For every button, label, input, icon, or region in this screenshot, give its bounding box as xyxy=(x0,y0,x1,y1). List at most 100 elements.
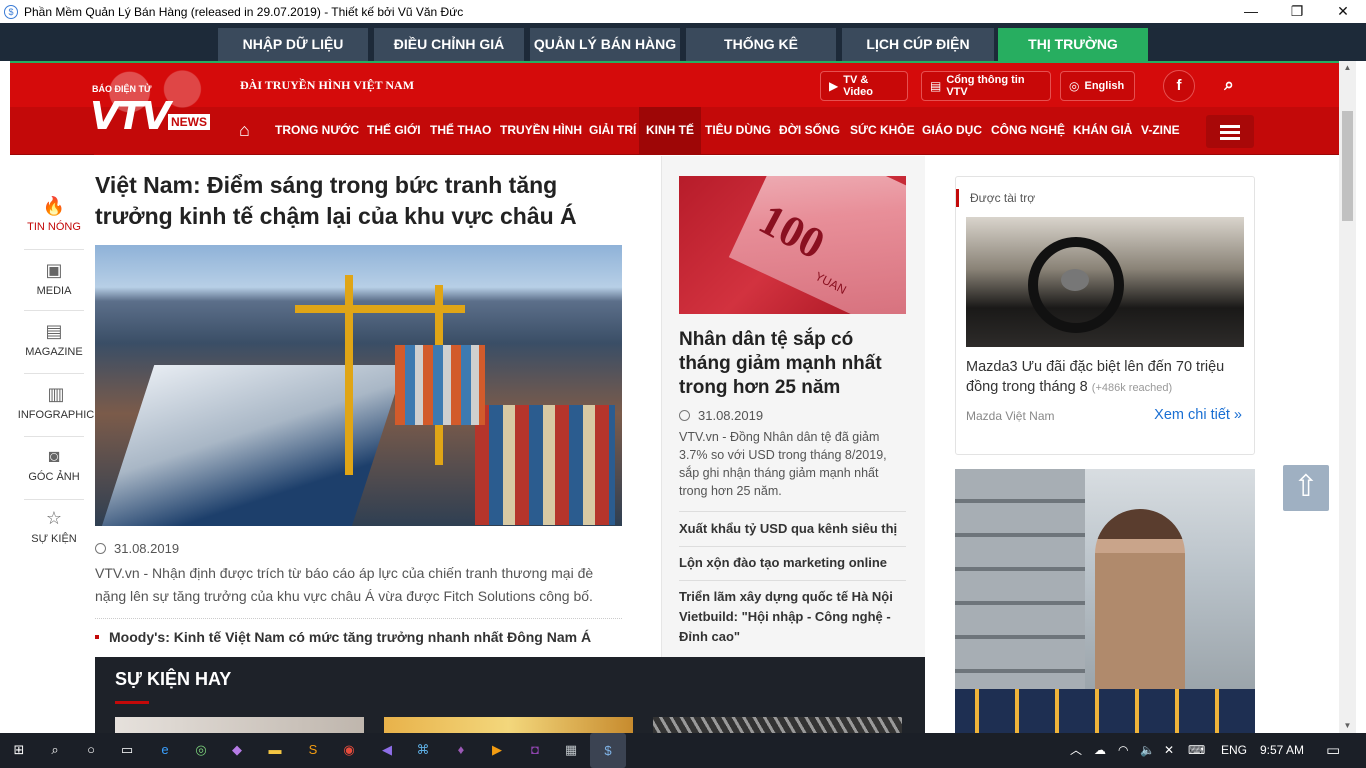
pattern-graphic xyxy=(955,689,1255,733)
minimize-button[interactable]: — xyxy=(1228,0,1274,23)
middle-link[interactable]: Xuất khẩu tỷ USD qua kênh siêu thị xyxy=(679,519,906,539)
middle-article-title[interactable]: Nhân dân tệ sắp có tháng giảm mạnh nhất … xyxy=(679,328,904,400)
network-icon[interactable]: ☁ xyxy=(1094,733,1106,768)
wifi-icon[interactable]: ◠ xyxy=(1118,733,1128,768)
nav-cong-nghe[interactable]: CÔNG NGHỆ xyxy=(991,107,1065,154)
tab-dieu-chinh-gia[interactable]: ĐIỀU CHỈNH GIÁ xyxy=(374,28,524,61)
yuan-banknote-image[interactable]: 100 YUAN xyxy=(679,176,906,314)
logo-underline xyxy=(94,152,150,155)
rail-goc-anh[interactable]: ◙ GÓC ẢNH xyxy=(12,446,96,483)
related-title: Moody's: Kinh tế Việt Nam có mức tăng tr… xyxy=(109,629,592,645)
notification-icon[interactable]: ▭ xyxy=(1326,733,1340,768)
keyboard-icon[interactable]: ⌨ xyxy=(1188,733,1205,768)
app2-icon[interactable]: ⌘ xyxy=(412,739,434,761)
folder-icon[interactable]: ▬ xyxy=(264,739,286,761)
sponsored-title[interactable]: Mazda3 Ưu đãi đặc biệt lên đến 70 triệu … xyxy=(966,357,1251,398)
maximize-button[interactable]: ❐ xyxy=(1274,0,1320,23)
rail-label: MAGAZINE xyxy=(25,346,83,358)
media-player-icon[interactable]: ▶ xyxy=(486,739,508,761)
rail-label: GÓC ẢNH xyxy=(28,471,80,483)
nav-tieu-dung[interactable]: TIÊU DÙNG xyxy=(705,107,771,154)
edge-icon[interactable]: e xyxy=(154,739,176,761)
clock-icon xyxy=(679,410,690,421)
volume-icon[interactable]: 🔈 xyxy=(1140,733,1155,768)
nav-the-gioi[interactable]: THẾ GIỚI xyxy=(367,107,421,154)
vs-code-icon[interactable]: ◀ xyxy=(376,739,398,761)
reach-count: (+486k reached) xyxy=(1091,382,1173,394)
view-details-link[interactable]: Xem chi tiết » xyxy=(1154,407,1242,423)
vs-icon[interactable]: ◆ xyxy=(226,739,248,761)
nav-v-zine[interactable]: V-ZINE xyxy=(1141,107,1180,154)
mute-icon[interactable]: ✕ xyxy=(1164,733,1174,768)
rail-label: SỰ KIỆN xyxy=(31,533,77,545)
tab-thong-ke[interactable]: THỐNG KÊ xyxy=(686,28,836,61)
tv-video-button[interactable]: ▶ TV & Video xyxy=(820,71,908,101)
app-icon[interactable]: ◎ xyxy=(190,739,212,761)
chrome-icon[interactable]: ◉ xyxy=(338,739,360,761)
rail-infographic[interactable]: ▥ INFOGRAPHIC xyxy=(6,384,106,421)
start-icon[interactable]: ⊞ xyxy=(8,739,30,761)
close-button[interactable]: ✕ xyxy=(1320,0,1366,23)
rail-divider xyxy=(24,373,84,374)
sublime-icon[interactable]: S xyxy=(302,739,324,761)
rail-media[interactable]: ▣ MEDIA xyxy=(12,260,96,297)
vs2-icon[interactable]: ♦ xyxy=(450,739,472,761)
rail-divider xyxy=(24,249,84,250)
tray-chevron-icon[interactable]: ︿ xyxy=(1070,733,1082,768)
tab-thi-truong[interactable]: THỊ TRƯỜNG xyxy=(998,28,1148,61)
app-tab-bar: NHẬP DỮ LIỆU ĐIỀU CHỈNH GIÁ QUẢN LÝ BÁN … xyxy=(0,23,1366,61)
scroll-down-arrow-icon[interactable]: ▼ xyxy=(1339,719,1356,733)
tab-nhap-du-lieu[interactable]: NHẬP DỮ LIỆU xyxy=(218,28,368,61)
hamburger-menu-button[interactable] xyxy=(1206,115,1254,148)
nav-kinh-te[interactable]: KINH TẾ xyxy=(639,107,701,154)
nav-khan-gia[interactable]: KHÁN GIẢ xyxy=(1073,107,1132,154)
vtv-news-logo[interactable]: BÁO ĐIỆN TỬ VTV NEWS xyxy=(90,68,222,156)
rail-tin-nong[interactable]: 🔥 TIN NÓNG xyxy=(12,196,96,233)
main-article-title[interactable]: Việt Nam: Điểm sáng trong bức tranh tăng… xyxy=(95,170,625,232)
search-icon[interactable]: ⌕ xyxy=(44,739,66,761)
middle-link[interactable]: Lộn xộn đào tạo marketing online xyxy=(679,553,906,573)
english-button[interactable]: ◎ English xyxy=(1060,71,1135,101)
search-icon[interactable]: ⌕ xyxy=(1213,70,1245,102)
nav-suc-khoe[interactable]: SỨC KHỎE xyxy=(850,107,915,154)
tab-quan-ly-ban-hang[interactable]: QUẢN LÝ BÁN HÀNG xyxy=(530,28,680,61)
nav-trong-nuoc[interactable]: TRONG NƯỚC xyxy=(275,107,359,154)
language-indicator[interactable]: ENG xyxy=(1221,733,1247,768)
rail-label: INFOGRAPHIC xyxy=(17,409,95,421)
related-article-link[interactable]: Moody's: Kinh tế Việt Nam có mức tăng tr… xyxy=(95,629,591,645)
tab-lich-cup-dien[interactable]: LỊCH CÚP ĐIỆN xyxy=(842,28,994,61)
rail-su-kien[interactable]: ☆ SỰ KIỆN xyxy=(12,508,96,545)
sponsor-source: Mazda Việt Nam xyxy=(966,409,1055,423)
scroll-up-arrow-icon[interactable]: ▲ xyxy=(1339,61,1356,75)
vtv-portal-button[interactable]: ▤ Cổng thông tin VTV xyxy=(921,71,1051,101)
su-kien-hay-section: SỰ KIỆN HAY xyxy=(95,657,925,737)
mazda-interior-image[interactable] xyxy=(966,217,1244,347)
app3-icon[interactable]: ◘ xyxy=(524,739,546,761)
nav-the-thao[interactable]: THỂ THAO xyxy=(430,107,491,154)
facebook-icon[interactable]: f xyxy=(1163,70,1195,102)
clock-icon xyxy=(95,543,106,554)
scrollbar-thumb[interactable] xyxy=(1342,111,1353,221)
port-containers-image[interactable] xyxy=(95,245,622,526)
home-icon[interactable]: ⌂ xyxy=(239,120,250,141)
nav-doi-song[interactable]: ĐỜI SỐNG xyxy=(779,107,840,154)
bullet-icon xyxy=(95,635,99,639)
vertical-scrollbar[interactable]: ▲ ▼ xyxy=(1339,61,1356,733)
sales-app-icon[interactable]: $ xyxy=(590,733,626,768)
cortana-icon[interactable]: ○ xyxy=(80,739,102,761)
nav-truyen-hinh[interactable]: TRUYỀN HÌNH xyxy=(500,107,582,154)
middle-link[interactable]: Triển lãm xây dựng quốc tế Hà Nội Vietbu… xyxy=(679,587,906,647)
scroll-to-top-button[interactable]: ⇧ xyxy=(1283,465,1329,511)
portal-icon: ▤ xyxy=(930,79,942,93)
nav-giai-tri[interactable]: GIẢI TRÍ xyxy=(589,107,636,154)
rail-divider xyxy=(24,436,84,437)
taskview-icon[interactable]: ▭ xyxy=(116,739,138,761)
fashion-ad-image[interactable] xyxy=(955,469,1255,733)
rail-magazine[interactable]: ▤ MAGAZINE xyxy=(12,321,96,358)
app4-icon[interactable]: ▦ xyxy=(560,739,582,761)
magazine-icon: ▤ xyxy=(45,321,63,341)
clock-time[interactable]: 9:57 AM xyxy=(1260,733,1304,768)
nav-giao-duc[interactable]: GIÁO DỤC xyxy=(922,107,982,154)
containers-graphic xyxy=(395,345,485,425)
chart-icon: ▥ xyxy=(47,384,65,404)
